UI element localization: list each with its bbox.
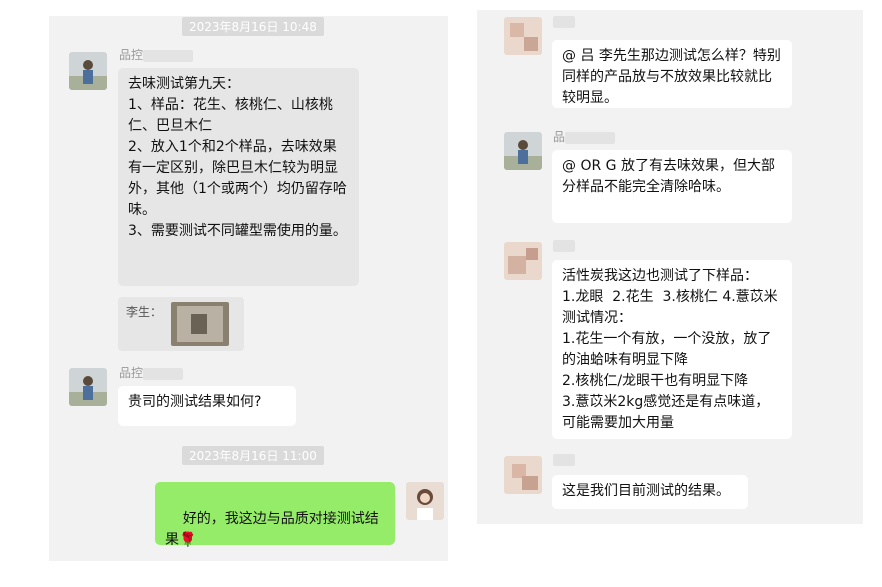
message-bubble[interactable]: @ 吕 李先生那边测试怎么样？特别同样的产品放与不放效果比较就比较明显。 (552, 40, 792, 108)
sender-name: 品 (553, 128, 616, 145)
message-bubble[interactable]: 这是我们目前测试的结果。 (552, 475, 748, 509)
avatar-blurred-icon (504, 456, 542, 494)
timestamp: 2023年8月16日 10:48 (182, 17, 324, 36)
message-bubble[interactable]: 去味测试第九天： 1、样品：花生、核桃仁、山核桃仁、巴旦木仁 2、放入1个和2个… (118, 68, 359, 286)
avatar-photo-icon (69, 52, 107, 90)
quoted-message[interactable]: 李生： (118, 297, 244, 351)
timestamp: 2023年8月16日 11:00 (182, 446, 324, 465)
avatar-photo-icon (504, 132, 542, 170)
avatar[interactable] (69, 52, 107, 90)
avatar-photo-icon (406, 482, 444, 520)
avatar-blurred-icon (504, 17, 542, 55)
quote-sender-label: 李生： (126, 305, 163, 319)
avatar-photo-icon (69, 368, 107, 406)
chat-panel-right: @ 吕 李先生那边测试怎么样？特别同样的产品放与不放效果比较就比较明显。 品 @… (477, 10, 863, 524)
sender-name: 品控 (119, 364, 184, 381)
message-bubble-outgoing[interactable]: 好的，我这边与品质对接测试结果🌹 (155, 482, 395, 548)
avatar-blurred-icon (504, 242, 542, 280)
sender-name (553, 14, 575, 28)
quoted-image[interactable] (171, 302, 229, 346)
rose-emoji: 🌹 (179, 532, 197, 548)
avatar[interactable] (504, 132, 542, 170)
chat-panel-left: 2023年8月16日 10:48 品控 去味测试第九天： 1、样品：花生、核桃仁… (49, 16, 448, 561)
sender-name (553, 238, 575, 252)
message-text: 好的，我这边与品质对接测试结果 (165, 511, 379, 548)
sender-name (553, 452, 575, 466)
message-bubble[interactable]: @ OR G 放了有去味效果，但大部分样品不能完全清除哈味。 (552, 150, 792, 223)
avatar[interactable] (504, 242, 542, 280)
sender-name: 品控 (119, 46, 194, 63)
avatar[interactable] (504, 17, 542, 55)
avatar[interactable] (406, 482, 444, 520)
message-bubble[interactable]: 活性炭我这边也测试了下样品： 1.龙眼 2.花生 3.核桃仁 4.薏苡米 测试情… (552, 260, 792, 439)
avatar[interactable] (69, 368, 107, 406)
avatar[interactable] (504, 456, 542, 494)
message-bubble[interactable]: 贵司的测试结果如何? (118, 386, 296, 426)
image-thumbnail-icon (171, 302, 229, 346)
